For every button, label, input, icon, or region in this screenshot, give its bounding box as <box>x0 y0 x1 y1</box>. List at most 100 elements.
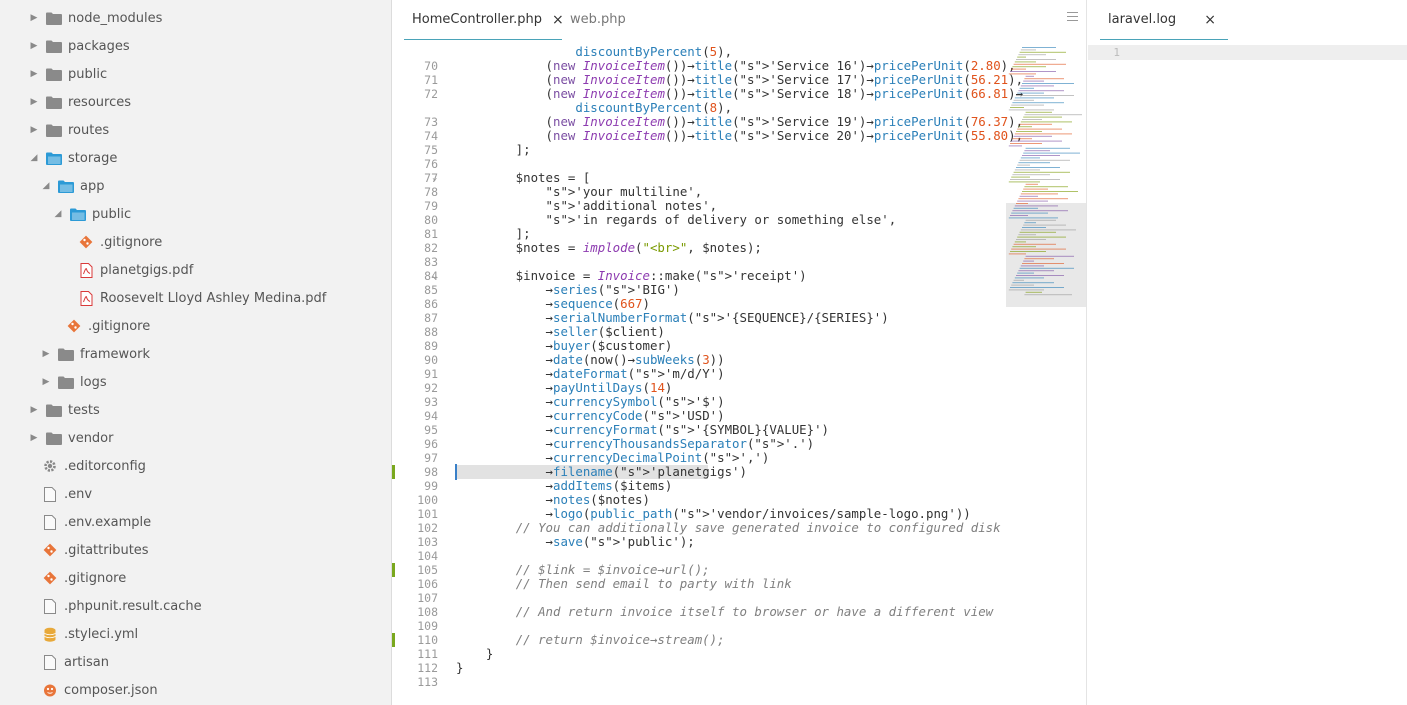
tree-item[interactable]: ▶ node_modules <box>28 4 163 32</box>
code-line[interactable]: "s">'in regards of delivery or something… <box>456 213 897 227</box>
line-number: 73 <box>424 115 438 129</box>
code-line[interactable]: (new InvoiceItem())→title("s">'Service 1… <box>456 73 1024 87</box>
tree-item[interactable]: ▶ packages <box>28 32 130 60</box>
tree-item-label: vendor <box>68 430 114 446</box>
tab-laravel-log[interactable]: laravel.log × <box>1100 0 1228 40</box>
line-number: 76 <box>424 157 438 171</box>
tree-item[interactable]: ▶ resources <box>28 88 131 116</box>
tree-item[interactable]: .gitattributes <box>42 536 149 564</box>
code-line[interactable]: (new InvoiceItem())→title("s">'Service 1… <box>456 115 1024 129</box>
chevron-down-icon[interactable]: ◢ <box>52 209 64 219</box>
hamburger-menu-icon[interactable] <box>1067 12 1078 23</box>
code-line[interactable]: →sequence(667) <box>456 297 650 311</box>
code-line[interactable]: // Then send email to party with link <box>456 577 792 591</box>
code-line[interactable]: →logo(public_path("s">'vendor/invoices/s… <box>456 507 971 521</box>
chevron-down-icon[interactable]: ◢ <box>28 153 40 163</box>
code-line[interactable]: } <box>456 647 493 661</box>
chevron-right-icon[interactable]: ▶ <box>28 41 40 51</box>
line-number: 80 <box>424 213 438 227</box>
tree-item[interactable]: artisan <box>42 648 109 676</box>
tree-item[interactable]: ▶ logs <box>40 368 107 396</box>
code-line[interactable]: →seller($client) <box>456 325 665 339</box>
close-icon[interactable]: × <box>1204 12 1216 28</box>
line-number: 88 <box>424 325 438 339</box>
code-line[interactable]: →save("s">'public'); <box>456 535 695 549</box>
tree-item[interactable]: .editorconfig <box>42 452 146 480</box>
code-line[interactable]: // And return invoice itself to browser … <box>456 605 993 619</box>
tree-item[interactable]: ◢ storage <box>28 144 118 172</box>
chevron-right-icon[interactable]: ▶ <box>40 349 52 359</box>
code-line[interactable]: →currencySymbol("s">'$') <box>456 395 725 409</box>
code-line[interactable]: // $link = $invoice→url(); <box>456 563 710 577</box>
line-number: 93 <box>424 395 438 409</box>
folder-icon <box>46 431 62 445</box>
chevron-right-icon[interactable]: ▶ <box>28 433 40 443</box>
code-line[interactable]: →filename("s">'planetgigs') <box>456 465 747 479</box>
code-line[interactable]: →currencyDecimalPoint("s">',') <box>456 451 770 465</box>
code-line[interactable]: →date(now()→subWeeks(3)) <box>456 353 725 367</box>
tree-item[interactable]: ◢ app <box>40 172 105 200</box>
tree-item[interactable]: ▶ framework <box>40 340 150 368</box>
tab-homecontroller[interactable]: HomeController.php × <box>404 0 564 40</box>
minimap[interactable] <box>1006 45 1086 307</box>
code-line[interactable]: $notes = implode("<br>", $notes); <box>456 241 762 255</box>
code-line[interactable]: →payUntilDays(14) <box>456 381 673 395</box>
code-line[interactable]: →dateFormat("s">'m/d/Y') <box>456 367 725 381</box>
chevron-right-icon[interactable]: ▶ <box>40 377 52 387</box>
tab-web-php[interactable]: web.php <box>570 0 626 39</box>
tree-item[interactable]: .env <box>42 480 92 508</box>
code-line[interactable]: // You can additionally save generated i… <box>456 521 1001 535</box>
chevron-right-icon[interactable]: ▶ <box>28 405 40 415</box>
chevron-right-icon[interactable]: ▶ <box>28 13 40 23</box>
code-line[interactable]: →addItems($items) <box>456 479 673 493</box>
chevron-right-icon[interactable]: ▶ <box>28 69 40 79</box>
tree-item[interactable]: ▶ tests <box>28 396 100 424</box>
code-line[interactable]: ]; <box>456 143 531 157</box>
close-icon[interactable]: × <box>552 12 564 28</box>
line-number: 89 <box>424 339 438 353</box>
tree-item[interactable]: .styleci.yml <box>42 620 138 648</box>
code-line[interactable]: →buyer($customer) <box>456 339 673 353</box>
code-line[interactable]: $notes = [ <box>456 171 591 185</box>
code-area[interactable]: discountByPercent(5), 70 (new InvoiceItem… <box>392 45 1023 705</box>
code-line[interactable]: $invoice = Invoice::make("s">'receipt') <box>456 269 807 283</box>
tree-item[interactable]: .gitignore <box>42 564 126 592</box>
tree-item[interactable]: ◢ public <box>52 200 132 228</box>
tree-item[interactable]: ▶ routes <box>28 116 110 144</box>
chevron-right-icon[interactable]: ▶ <box>28 97 40 107</box>
tree-item[interactable]: ▶ public <box>28 60 108 88</box>
fold-chevron-icon[interactable]: ⌄ <box>432 269 437 283</box>
fold-chevron-icon[interactable]: ⌄ <box>432 171 437 185</box>
code-line[interactable]: →notes($notes) <box>456 493 650 507</box>
tree-item[interactable]: .gitignore <box>66 312 150 340</box>
tree-item[interactable]: ▶ vendor <box>28 424 114 452</box>
code-line[interactable]: →currencyThousandsSeparator("s">'.') <box>456 437 815 451</box>
line-number: 98 <box>424 465 438 479</box>
code-line[interactable]: ]; <box>456 227 531 241</box>
tree-item-label: artisan <box>64 654 109 670</box>
code-line[interactable]: "s">'your multiline', <box>456 185 703 199</box>
file-tree-sidebar: ▶ node_modules ▶ packages ▶ public ▶ resources ▶… <box>0 0 392 705</box>
code-line[interactable]: "s">'additional notes', <box>456 199 718 213</box>
tree-item[interactable]: composer.json <box>42 676 158 704</box>
chevron-down-icon[interactable]: ◢ <box>40 181 52 191</box>
tree-item[interactable]: Roosevelt Lloyd Ashley Medina.pdf <box>78 284 326 312</box>
code-line[interactable]: discountByPercent(8), <box>456 101 732 115</box>
tree-item[interactable]: .env.example <box>42 508 151 536</box>
code-line[interactable]: // return $invoice→stream(); <box>456 633 725 647</box>
tree-item[interactable]: planetgigs.pdf <box>78 256 193 284</box>
line-number: 111 <box>417 647 438 661</box>
tree-item[interactable]: .phpunit.result.cache <box>42 592 202 620</box>
code-line[interactable]: →currencyCode("s">'USD') <box>456 409 725 423</box>
code-line[interactable]: } <box>456 661 463 675</box>
tree-item[interactable]: .gitignore <box>78 228 162 256</box>
code-line[interactable]: →serialNumberFormat("s">'{SEQUENCE}/{SER… <box>456 311 889 325</box>
chevron-right-icon[interactable]: ▶ <box>28 125 40 135</box>
current-line-highlight[interactable] <box>1088 45 1407 60</box>
code-line[interactable]: (new InvoiceItem())→title("s">'Service 2… <box>456 129 1024 143</box>
code-line[interactable]: discountByPercent(5), <box>456 45 732 59</box>
code-line[interactable]: (new InvoiceItem())→title("s">'Service 1… <box>456 59 1016 73</box>
code-line[interactable]: (new InvoiceItem())→title("s">'Service 1… <box>456 87 1024 101</box>
code-line[interactable]: →currencyFormat("s">'{SYMBOL}{VALUE}') <box>456 423 830 437</box>
code-line[interactable]: →series("s">'BIG') <box>456 283 680 297</box>
